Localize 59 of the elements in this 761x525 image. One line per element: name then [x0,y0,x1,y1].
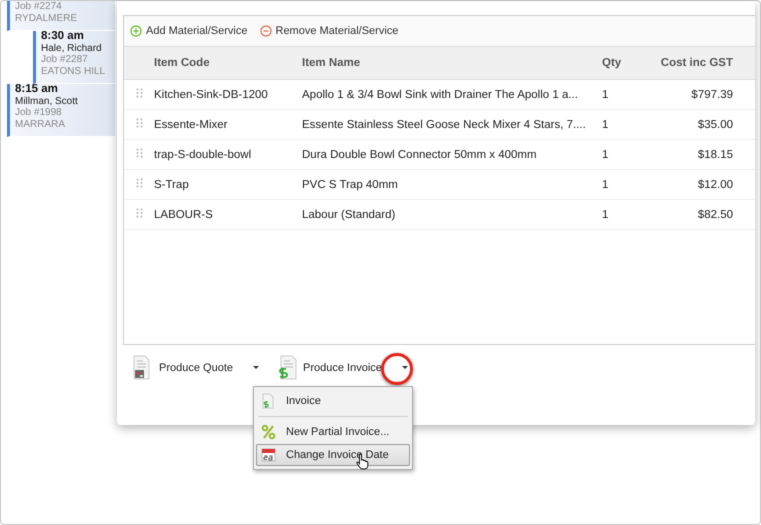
plus-circle-icon [130,25,142,37]
drag-handle-icon[interactable] [136,148,142,158]
produce-quote-button[interactable]: Produce Quote [133,355,259,380]
table-cell: 1 [602,110,660,140]
appointment-card[interactable]: 8:15 am Millman, Scott Job #1998 MARRARA [7,84,115,137]
table-cell: 1 [602,170,660,200]
suburb-label: MARRARA [15,118,66,130]
table-cell: $18.15 [660,140,755,170]
column-header[interactable]: Item Code [154,47,302,80]
appointment-time: 8:30 am [41,31,85,42]
invoice-document-icon [261,393,276,409]
drag-handle-icon[interactable] [136,118,142,128]
customer-name: Millman, Scott [15,96,79,107]
drag-handle-icon[interactable] [136,178,142,188]
drag-handle-icon[interactable] [136,208,142,218]
job-number: Job #2287 [41,54,89,66]
appointment-time: 8:15 am [15,84,59,96]
percent-icon [261,424,276,440]
table-cell: S-Trap [154,170,302,200]
job-number: Job #1998 [15,107,63,118]
table-cell: PVC S Trap 40mm [302,170,602,200]
add-material-button[interactable]: Add Material/Service [130,25,248,37]
table-cell: Kitchen-Sink-DB-1200 [154,80,302,110]
menu-item-label: New Partial Invoice... [286,426,390,438]
menu-item[interactable]: Invoice [256,390,410,412]
table-cell: Essente Stainless Steel Goose Neck Mixer 4 Stars, 7.... [302,110,602,140]
caret-icon [253,366,259,369]
table-cell: trap-S-double-bowl [154,140,302,170]
table-cell: LABOUR-S [154,200,302,230]
menu-item[interactable]: New Partial Invoice... [256,421,410,443]
suburb-label: RYDALMERE [15,12,78,24]
table-cell: $82.50 [660,200,755,230]
column-header[interactable]: Qty [602,47,660,80]
table-cell: Dura Double Bowl Connector 50mm x 400mm [302,140,602,170]
caret-icon [402,366,408,369]
menu-item[interactable]: Change Invoice Date [256,444,410,466]
appointment-card[interactable]: 8:30 am Hale, Richard Job #2287 EATONS HILL [33,31,115,84]
produce-invoice-button[interactable]: Produce Invoice [277,355,408,380]
customer-name: Hale, Richard [41,42,103,54]
menu-item-label: Invoice [286,395,321,407]
table-cell: $12.00 [660,170,755,200]
table-cell: Essente-Mixer [154,110,302,140]
remove-material-button[interactable]: Remove Material/Service [260,25,398,37]
column-header[interactable]: Item Name [302,47,602,80]
calendar-icon [261,447,276,463]
menu-item-label: Change Invoice Date [286,449,389,461]
job-number: Job #2274 [15,1,63,12]
table-cell: $35.00 [660,110,755,140]
suburb-label: EATONS HILL [41,66,106,77]
column-header[interactable]: Cost inc GST [660,47,755,80]
table-cell: Apollo 1 & 3/4 Bowl Sink with Drainer The Apollo 1 a... [302,80,602,110]
table-cell: 1 [602,200,660,230]
table-cell: 1 [602,80,660,110]
table-cell: 1 [602,140,660,170]
table-cell: Labour (Standard) [302,200,602,230]
table-cell: $797.39 [660,80,755,110]
drag-handle-icon[interactable] [136,88,142,98]
minus-circle-icon [260,25,272,37]
invoice-document-icon [277,355,297,380]
